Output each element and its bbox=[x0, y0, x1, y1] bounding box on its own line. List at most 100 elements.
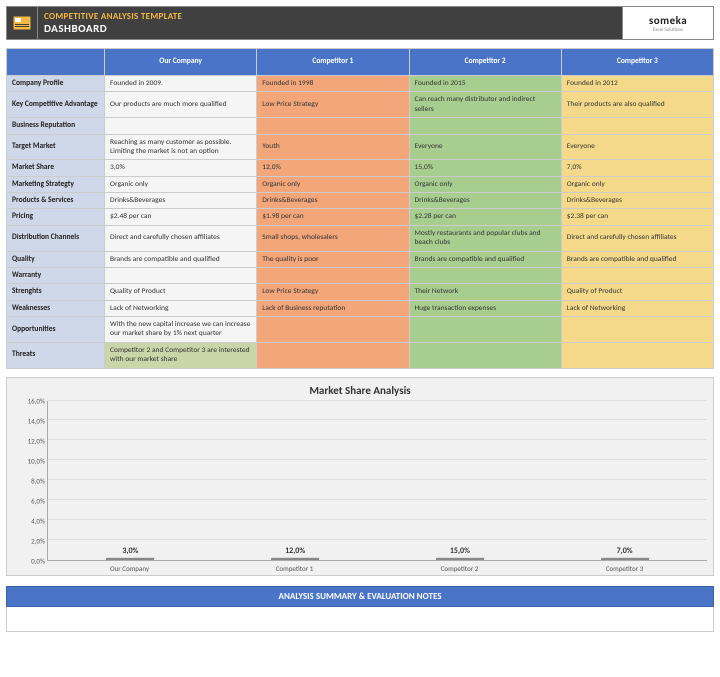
cell-c3[interactable]: Drinks&Beverages bbox=[561, 193, 713, 209]
gridline bbox=[48, 439, 707, 440]
y-tick-label: 12,0% bbox=[28, 436, 45, 445]
notes-header: ANALYSIS SUMMARY & EVALUATION NOTES bbox=[6, 586, 714, 607]
cell-c2[interactable] bbox=[409, 317, 561, 343]
cell-our[interactable]: Quality of Product bbox=[105, 284, 257, 300]
cell-our[interactable]: Founded in 2009. bbox=[105, 76, 257, 92]
table-row: ThreatsCompetitor 2 and Competitor 3 are… bbox=[7, 342, 714, 368]
cell-our[interactable]: Organic only bbox=[105, 176, 257, 192]
cell-c2[interactable]: Drinks&Beverages bbox=[409, 193, 561, 209]
col-competitor-2: Competitor 2 bbox=[409, 49, 561, 76]
cell-c1[interactable]: Small shops, wholesalers bbox=[257, 225, 409, 251]
cell-c3[interactable]: Their products are also qualified bbox=[561, 92, 713, 118]
row-label: Quality bbox=[7, 251, 105, 267]
row-label: Strenghts bbox=[7, 284, 105, 300]
competitive-table: Our Company Competitor 1 Competitor 2 Co… bbox=[6, 48, 714, 369]
cell-c3[interactable]: Quality of Product bbox=[561, 284, 713, 300]
col-our-company: Our Company bbox=[105, 49, 257, 76]
gridline bbox=[48, 400, 707, 401]
table-row: Target MarketReaching as many customer a… bbox=[7, 134, 714, 160]
gridline bbox=[48, 479, 707, 480]
cell-c3[interactable] bbox=[561, 317, 713, 343]
gridline bbox=[48, 499, 707, 500]
bar-column: 3,0% bbox=[48, 558, 213, 560]
cell-c2[interactable] bbox=[409, 342, 561, 368]
cell-c1[interactable]: Youth bbox=[257, 134, 409, 160]
cell-c3[interactable]: Everyone bbox=[561, 134, 713, 160]
cell-our[interactable]: Drinks&Beverages bbox=[105, 193, 257, 209]
cell-c3[interactable]: $2.38 per can bbox=[561, 209, 713, 225]
cell-c2[interactable]: Their Network bbox=[409, 284, 561, 300]
cell-c1[interactable]: Drinks&Beverages bbox=[257, 193, 409, 209]
page-title: DASHBOARD bbox=[44, 22, 622, 35]
col-blank bbox=[7, 49, 105, 76]
table-row: OpportunitiesWith the new capital increa… bbox=[7, 317, 714, 343]
cell-our[interactable]: Competitor 2 and Competitor 3 are intere… bbox=[105, 342, 257, 368]
cell-c1[interactable]: Low Price Strategy bbox=[257, 92, 409, 118]
cell-c2[interactable]: Brands are compatible and qualified bbox=[409, 251, 561, 267]
cell-c3[interactable] bbox=[561, 267, 713, 283]
template-title: COMPETITIVE ANALYSIS TEMPLATE bbox=[44, 11, 622, 22]
chart-title: Market Share Analysis bbox=[13, 384, 707, 397]
cell-c2[interactable] bbox=[409, 118, 561, 134]
y-tick-label: 2,0% bbox=[31, 536, 45, 545]
cell-c2[interactable]: Everyone bbox=[409, 134, 561, 160]
cell-our[interactable] bbox=[105, 118, 257, 134]
cell-our[interactable]: Lack of Networking bbox=[105, 300, 257, 316]
cell-c1[interactable] bbox=[257, 267, 409, 283]
cell-our[interactable]: Reaching as many customer as possible. L… bbox=[105, 134, 257, 160]
gridline bbox=[48, 459, 707, 460]
x-tick-label: Our Company bbox=[47, 564, 212, 573]
gridline bbox=[48, 419, 707, 420]
table-row: Products & ServicesDrinks&BeveragesDrink… bbox=[7, 193, 714, 209]
row-label: Market Share bbox=[7, 160, 105, 176]
template-icon bbox=[7, 7, 38, 39]
logo-text: someka bbox=[649, 14, 687, 27]
bar: 15,0% bbox=[436, 558, 484, 560]
cell-c1[interactable]: Low Price Strategy bbox=[257, 284, 409, 300]
cell-our[interactable]: With the new capital increase we can inc… bbox=[105, 317, 257, 343]
chart-x-axis: Our CompanyCompetitor 1Competitor 2Compe… bbox=[47, 564, 707, 573]
cell-c3[interactable]: Direct and carefully chosen affiliates bbox=[561, 225, 713, 251]
cell-our[interactable]: 3,0% bbox=[105, 160, 257, 176]
cell-c2[interactable]: Huge transaction expenses bbox=[409, 300, 561, 316]
bar-value-label: 15,0% bbox=[450, 546, 470, 556]
col-competitor-3: Competitor 3 bbox=[561, 49, 713, 76]
bar-value-label: 12,0% bbox=[285, 546, 305, 556]
cell-c1[interactable] bbox=[257, 317, 409, 343]
cell-c1[interactable]: Lack of Business reputation bbox=[257, 300, 409, 316]
table-row: Company ProfileFounded in 2009.Founded i… bbox=[7, 76, 714, 92]
cell-our[interactable]: Our products are much more qualified bbox=[105, 92, 257, 118]
cell-c1[interactable]: The quality is poor bbox=[257, 251, 409, 267]
cell-our[interactable]: Brands are compatible and qualified bbox=[105, 251, 257, 267]
cell-c1[interactable]: Organic only bbox=[257, 176, 409, 192]
cell-our[interactable] bbox=[105, 267, 257, 283]
cell-c2[interactable] bbox=[409, 267, 561, 283]
cell-c3[interactable]: Brands are compatible and qualified bbox=[561, 251, 713, 267]
cell-our[interactable]: $2.48 per can bbox=[105, 209, 257, 225]
row-label: Weaknesses bbox=[7, 300, 105, 316]
cell-c1[interactable]: 12,0% bbox=[257, 160, 409, 176]
cell-c3[interactable]: Organic only bbox=[561, 176, 713, 192]
cell-c3[interactable]: Lack of Networking bbox=[561, 300, 713, 316]
cell-our[interactable]: Direct and carefully chosen affiliates bbox=[105, 225, 257, 251]
cell-c2[interactable]: Mostly restaurants and popular clubs and… bbox=[409, 225, 561, 251]
cell-c1[interactable] bbox=[257, 118, 409, 134]
table-header-row: Our Company Competitor 1 Competitor 2 Co… bbox=[7, 49, 714, 76]
x-tick-label: Competitor 1 bbox=[212, 564, 377, 573]
cell-c1[interactable] bbox=[257, 342, 409, 368]
cell-c2[interactable]: Can reach many distributor and indirect … bbox=[409, 92, 561, 118]
cell-c1[interactable]: $1.98 per can bbox=[257, 209, 409, 225]
cell-c3[interactable]: Founded in 2012 bbox=[561, 76, 713, 92]
cell-c2[interactable]: 15,0% bbox=[409, 160, 561, 176]
x-tick-label: Competitor 2 bbox=[377, 564, 542, 573]
cell-c3[interactable] bbox=[561, 342, 713, 368]
cell-c2[interactable]: $2.28 per can bbox=[409, 209, 561, 225]
notes-body[interactable] bbox=[6, 607, 714, 632]
bar: 3,0% bbox=[106, 558, 154, 560]
cell-c2[interactable]: Founded in 2015 bbox=[409, 76, 561, 92]
cell-c2[interactable]: Organic only bbox=[409, 176, 561, 192]
bar-value-label: 3,0% bbox=[122, 546, 138, 556]
cell-c1[interactable]: Founded in 1998 bbox=[257, 76, 409, 92]
cell-c3[interactable]: 7,0% bbox=[561, 160, 713, 176]
cell-c3[interactable] bbox=[561, 118, 713, 134]
